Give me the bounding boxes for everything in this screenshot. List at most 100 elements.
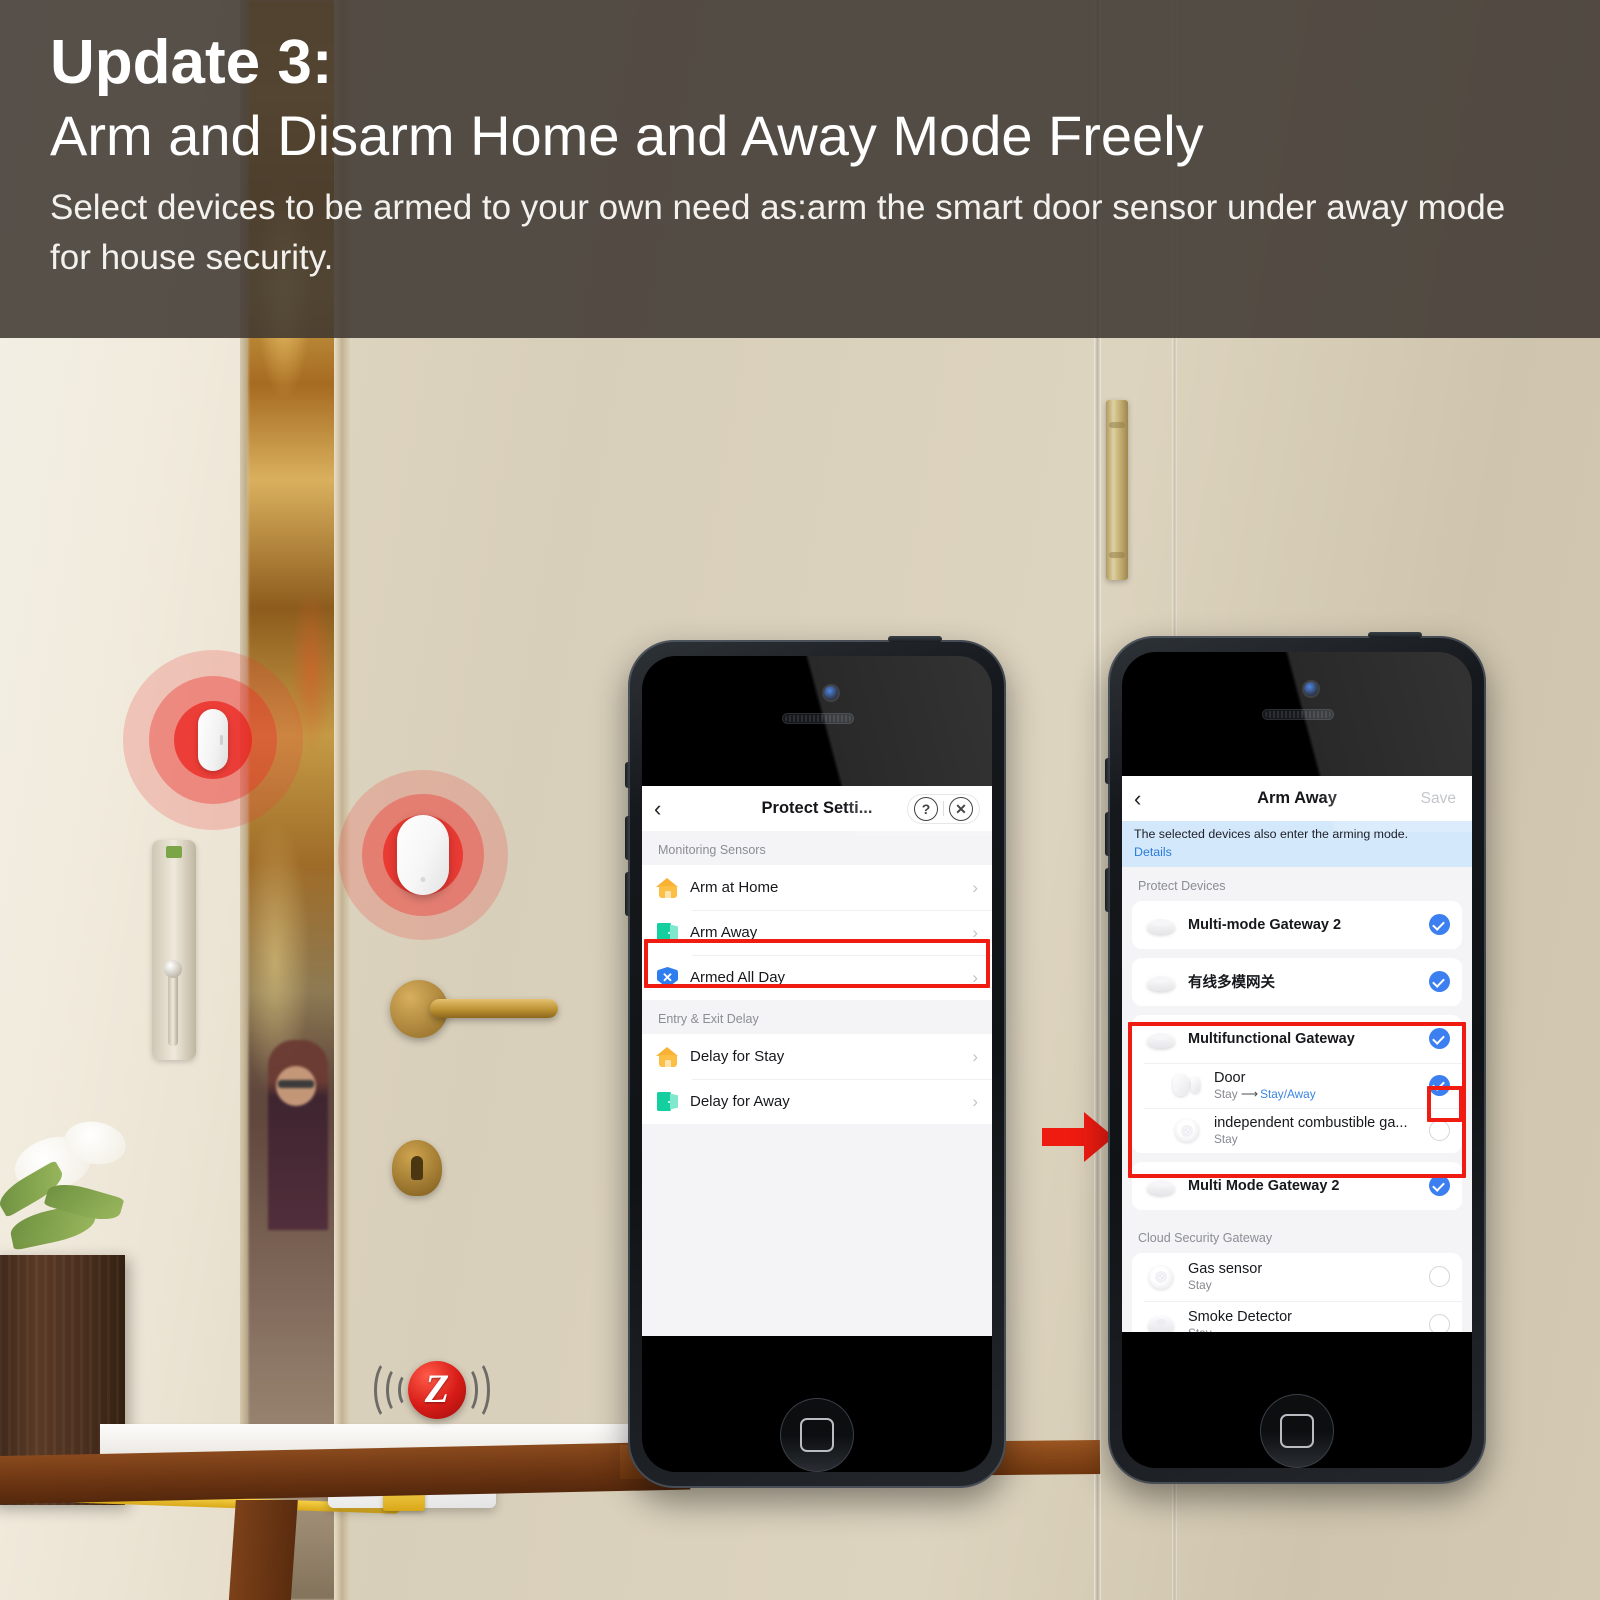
notice-text: The selected devices also enter the armi… <box>1134 827 1409 841</box>
protect-settings-screen: ‹ Protect Setti... ? ✕ Monitoring Sensor… <box>642 786 992 1336</box>
checkbox-unchecked-icon[interactable] <box>1429 1266 1450 1288</box>
mode-from: Stay <box>1214 1086 1238 1101</box>
door-icon <box>656 1090 679 1113</box>
silent-switch[interactable] <box>625 762 630 788</box>
header-banner: Update 3: Arm and Disarm Home and Away M… <box>0 0 1600 338</box>
device-row-wired-multimode-gateway[interactable]: 有线多模网关 <box>1132 958 1462 1006</box>
checkbox-checked-icon[interactable] <box>1429 914 1450 936</box>
device-name: Multifunctional Gateway <box>1188 1030 1355 1047</box>
banner-body: Select devices to be armed to your own n… <box>50 188 1506 277</box>
device-row-combustible-gas[interactable]: independent combustible ga... Stay <box>1132 1107 1462 1153</box>
section-header-entry-exit-delay: Entry & Exit Delay <box>642 1000 992 1034</box>
back-button[interactable]: ‹ <box>654 797 680 820</box>
house-icon <box>656 1045 679 1068</box>
gateway-puck-icon <box>1144 1173 1178 1199</box>
device-name: independent combustible ga... <box>1214 1114 1408 1131</box>
chevron-right-icon: › <box>972 1092 978 1111</box>
door-handle <box>430 999 558 1018</box>
device-name: 有线多模网关 <box>1188 975 1275 992</box>
chevron-right-icon: › <box>972 923 978 942</box>
phone-left: ‹ Protect Setti... ? ✕ Monitoring Sensor… <box>625 636 1006 1488</box>
gas-detector-icon <box>1170 1117 1204 1143</box>
device-mode-status: Stay <box>1188 1326 1292 1332</box>
device-name: Smoke Detector <box>1188 1309 1292 1326</box>
device-mode-status: Stay ⟶ Stay/Away <box>1214 1087 1316 1101</box>
details-link[interactable]: Details <box>1134 844 1460 860</box>
power-button[interactable] <box>888 636 942 642</box>
zigbee-badge: Z <box>408 1361 466 1419</box>
device-row-door[interactable]: Door Stay ⟶ Stay/Away <box>1132 1062 1462 1108</box>
device-row-smoke-detector[interactable]: Smoke Detector Stay <box>1132 1300 1462 1332</box>
divider <box>943 801 944 816</box>
list-item-delay-for-stay[interactable]: Delay for Stay › <box>642 1034 992 1079</box>
device-row-multi-mode-gateway-2-b[interactable]: Multi Mode Gateway 2 <box>1132 1162 1462 1210</box>
device-card-multifunctional-gateway: Multifunctional Gateway Door Stay ⟶ Stay… <box>1132 1014 1462 1153</box>
list-item-label: Delay for Away <box>690 1093 790 1110</box>
smoke-detector-icon <box>1144 1312 1178 1332</box>
device-row-gas-sensor[interactable]: Gas sensor Stay <box>1132 1253 1462 1301</box>
volume-up-button[interactable] <box>1105 812 1110 856</box>
volume-up-button[interactable] <box>625 816 630 860</box>
checkbox-checked-icon[interactable] <box>1429 1074 1450 1096</box>
checkbox-checked-icon[interactable] <box>1429 1028 1450 1050</box>
power-button[interactable] <box>1368 632 1422 638</box>
door-icon <box>656 921 679 944</box>
volume-down-button[interactable] <box>1105 868 1110 912</box>
mode-to: Stay/Away <box>1260 1086 1316 1101</box>
device-name: Multi Mode Gateway 2 <box>1188 1177 1340 1194</box>
checkbox-checked-icon[interactable] <box>1429 971 1450 993</box>
list-item-arm-away[interactable]: Arm Away › <box>642 910 992 955</box>
phone-right: ‹ Arm Away Save The selected devices als… <box>1105 632 1486 1484</box>
list-item-delay-for-away[interactable]: Delay for Away › <box>642 1079 992 1124</box>
phone-right-display: ‹ Arm Away Save The selected devices als… <box>1122 652 1472 1468</box>
device-row-multifunctional-gateway[interactable]: Multifunctional Gateway <box>1132 1015 1462 1063</box>
door-sensor-icon <box>1170 1072 1204 1098</box>
section-header-protect-devices: Protect Devices <box>1122 866 1472 901</box>
checkbox-unchecked-icon[interactable] <box>1429 1119 1450 1141</box>
house-icon <box>656 876 679 899</box>
person-outside <box>268 1040 328 1230</box>
silent-switch[interactable] <box>1105 758 1110 784</box>
save-button[interactable]: Save <box>1421 790 1460 808</box>
device-name: Gas sensor <box>1188 1261 1263 1278</box>
device-card: Multi Mode Gateway 2 <box>1132 1161 1462 1210</box>
banner-subtitle: Arm and Disarm Home and Away Mode Freely <box>50 104 1204 168</box>
home-button[interactable] <box>780 1398 854 1472</box>
device-mode-status: Stay <box>1214 1131 1238 1146</box>
zigbee-letter: Z <box>424 1366 450 1411</box>
checkbox-checked-icon[interactable] <box>1429 1175 1450 1197</box>
door-latch <box>152 840 196 1060</box>
door-keyhole <box>392 1140 442 1196</box>
arming-notice-banner: The selected devices also enter the armi… <box>1122 821 1472 867</box>
list-item-label: Arm Away <box>690 924 758 941</box>
volume-down-button[interactable] <box>625 872 630 916</box>
home-button[interactable] <box>1260 1394 1334 1468</box>
arm-away-screen: ‹ Arm Away Save The selected devices als… <box>1122 776 1472 1332</box>
earpiece-speaker <box>1262 709 1334 720</box>
gateway-puck-icon <box>1144 912 1178 938</box>
list-item-arm-at-home[interactable]: Arm at Home › <box>642 865 992 910</box>
device-name: Door <box>1214 1069 1246 1086</box>
checkbox-unchecked-icon[interactable] <box>1429 1314 1450 1332</box>
front-camera-icon <box>1304 682 1318 696</box>
shield-x-icon: ✕ <box>656 966 679 989</box>
phone-left-display: ‹ Protect Setti... ? ✕ Monitoring Sensor… <box>642 656 992 1472</box>
list-item-label: Arm at Home <box>690 879 779 896</box>
table-leg <box>228 1500 298 1600</box>
device-name: Multi-mode Gateway 2 <box>1188 916 1342 933</box>
gas-detector-icon <box>1144 1264 1178 1290</box>
navbar: ‹ Protect Setti... ? ✕ <box>642 786 992 831</box>
list-item-armed-all-day[interactable]: ✕ Armed All Day › <box>642 955 992 1000</box>
section-header-monitoring-sensors: Monitoring Sensors <box>642 831 992 865</box>
help-icon[interactable]: ? <box>914 796 938 821</box>
close-icon[interactable]: ✕ <box>949 796 973 821</box>
back-button[interactable]: ‹ <box>1134 787 1160 810</box>
gateway-puck-icon <box>1144 1026 1178 1052</box>
device-card: 有线多模网关 <box>1132 957 1462 1006</box>
zigbee-logo: Z <box>372 1355 492 1429</box>
chevron-right-icon: › <box>972 1047 978 1066</box>
arrow-icon: ⟶ <box>1240 1086 1258 1101</box>
device-card-cloud-security: Gas sensor Stay Smoke Detector Stay <box>1132 1252 1462 1332</box>
right-arrow-icon <box>1040 1108 1116 1166</box>
device-row-multi-mode-gateway-2[interactable]: Multi-mode Gateway 2 <box>1132 901 1462 949</box>
